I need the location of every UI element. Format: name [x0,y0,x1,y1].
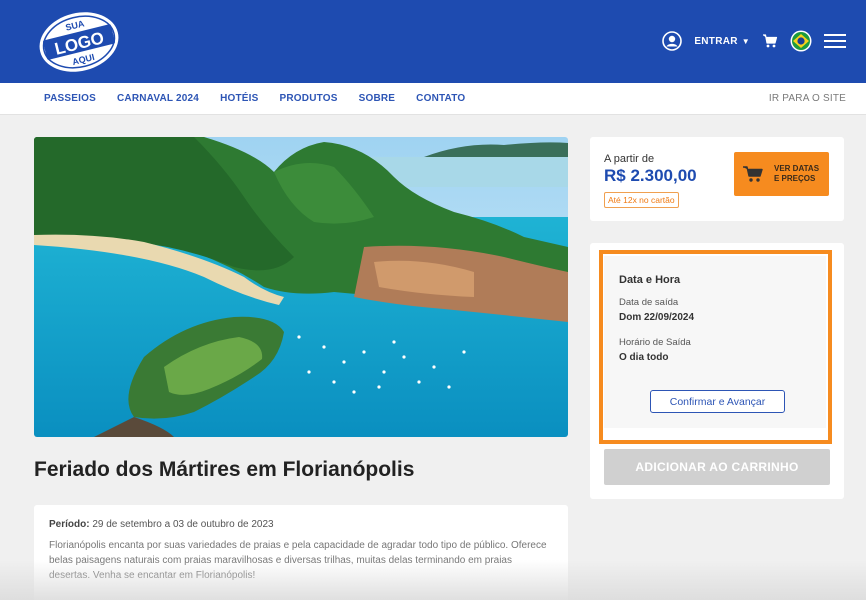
date-time-title: Data e Hora [619,274,681,286]
departure-time-label: Horário de Saída [619,337,691,348]
installments-badge: Até 12x no cartão [604,192,679,208]
header-actions: ENTRAR ▼ [662,29,846,53]
chevron-down-icon: ▼ [741,36,750,46]
add-to-cart-button[interactable]: ADICIONAR AO CARRINHO [604,449,830,485]
departure-time-value: O dia todo [619,352,669,363]
product-hero-image [34,137,568,437]
confirm-and-continue-button[interactable]: Confirmar e Avançar [650,390,785,413]
view-dates-label: VER DATAS E PREÇOS [774,164,820,183]
departure-date-value: Dom 22/09/2024 [619,312,695,323]
main-nav: PASSEIOS CARNAVAL 2024 HOTÉIS PRODUTOS S… [0,83,866,115]
period-line: Período: 29 de setembro a 03 de outubro … [49,519,553,530]
price-card: A partir de R$ 2.300,00 Até 12x no cartã… [590,137,844,221]
login-label: ENTRAR [694,35,738,47]
price-from-label: A partir de [604,153,655,165]
cart-icon[interactable] [762,33,778,49]
brazil-flag-icon[interactable] [790,30,812,52]
product-description: Florianópolis encanta por suas variedade… [49,540,547,581]
cart-icon [743,166,763,182]
nav-item-carnaval[interactable]: CARNAVAL 2024 [117,93,199,104]
nav-item-hoteis[interactable]: HOTÉIS [220,93,258,104]
nav-item-contato[interactable]: CONTATO [416,93,465,104]
period-value: 29 de setembro a 03 de outubro de 2023 [92,519,274,530]
user-icon[interactable] [662,31,683,51]
site-logo[interactable]: SUA LOGO AQUI [36,8,122,76]
product-description-card: Período: 29 de setembro a 03 de outubro … [34,505,568,600]
nav-item-sobre[interactable]: SOBRE [359,93,396,104]
view-dates-button[interactable]: VER DATAS E PREÇOS [734,152,829,196]
product-title: Feriado dos Mártires em Florianópolis [34,458,415,481]
site-header: SUA LOGO AQUI ENTRAR ▼ [0,0,866,83]
nav-item-produtos[interactable]: PRODUTOS [280,93,338,104]
menu-icon[interactable] [824,32,846,50]
period-label: Período: [49,519,90,530]
go-to-site-link[interactable]: IR PARA O SITE [769,93,846,104]
nav-item-passeios[interactable]: PASSEIOS [44,93,96,104]
login-button[interactable]: ENTRAR ▼ [694,36,750,47]
departure-date-label: Data de saída [619,297,679,308]
nav-items: PASSEIOS CARNAVAL 2024 HOTÉIS PRODUTOS S… [44,93,465,104]
price-value: R$ 2.300,00 [604,166,697,185]
